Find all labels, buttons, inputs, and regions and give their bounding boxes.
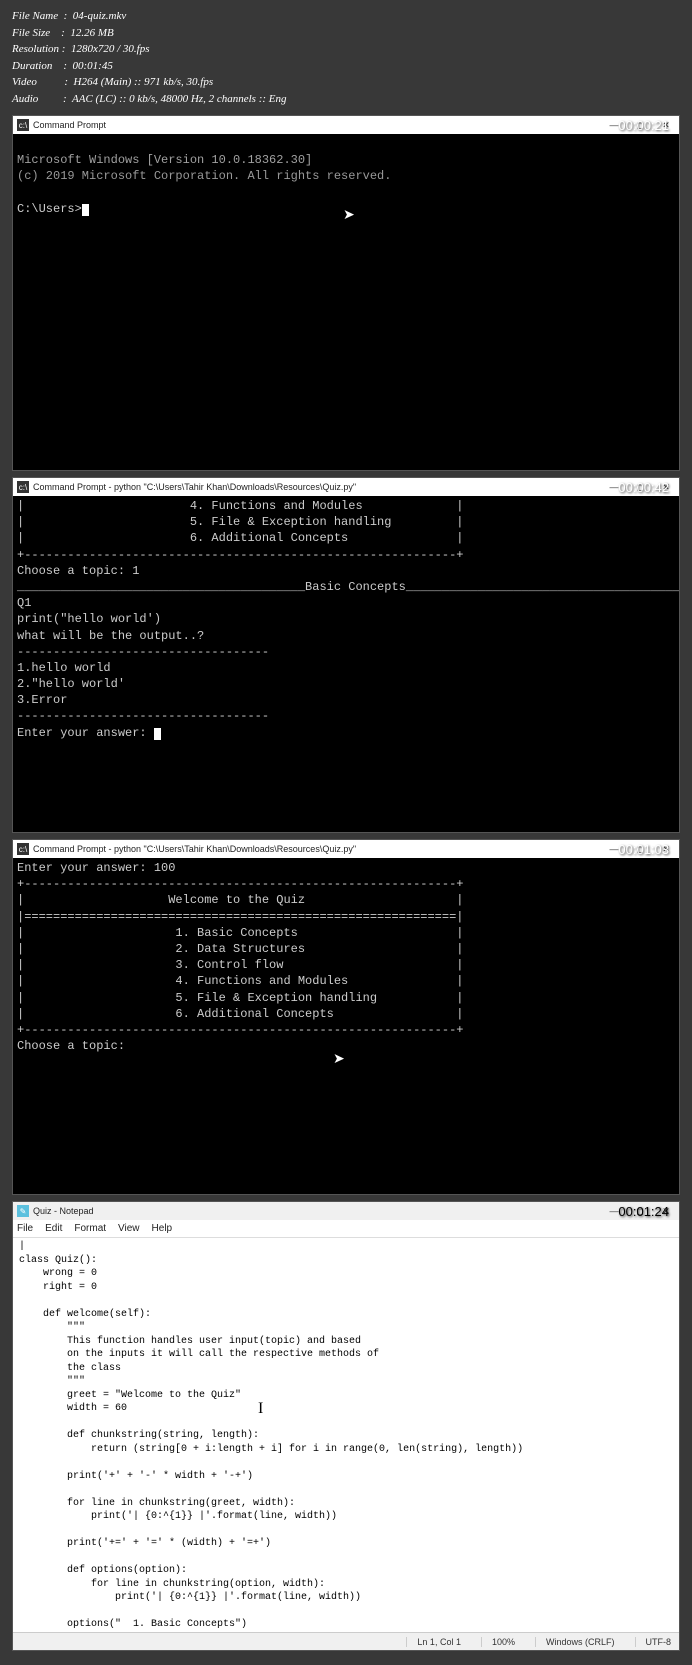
menu-format[interactable]: Format xyxy=(74,1223,106,1234)
timestamp-overlay: 00:01:24 xyxy=(618,1204,669,1219)
menu-edit[interactable]: Edit xyxy=(45,1223,62,1234)
status-zoom: 100% xyxy=(481,1637,515,1647)
window-title: Quiz - Notepad xyxy=(33,1206,601,1216)
cursor-icon xyxy=(154,728,161,740)
window-title: Command Prompt - python "C:\Users\Tahir … xyxy=(33,482,601,492)
timestamp-overlay: 00:00:21 xyxy=(618,118,669,133)
cmd-icon: c:\ xyxy=(17,843,29,855)
titlebar[interactable]: c:\ Command Prompt - python "C:\Users\Ta… xyxy=(13,840,679,858)
status-position: Ln 1, Col 1 xyxy=(406,1637,461,1647)
text-caret-icon: I xyxy=(258,1400,263,1418)
cursor-icon xyxy=(82,204,89,216)
window-title: Command Prompt - python "C:\Users\Tahir … xyxy=(33,844,601,854)
titlebar[interactable]: c:\ Command Prompt — ◻ ✕ xyxy=(13,116,679,134)
terminal-body[interactable]: | 4. Functions and Modules | | 5. File &… xyxy=(13,496,679,743)
cmd-window-2: c:\ Command Prompt - python "C:\Users\Ta… xyxy=(12,477,680,833)
window-title: Command Prompt xyxy=(33,120,601,130)
menu-help[interactable]: Help xyxy=(152,1223,173,1234)
notepad-icon: ✎ xyxy=(17,1205,29,1217)
timestamp-overlay: 00:00:42 xyxy=(618,480,669,495)
statusbar: Ln 1, Col 1 100% Windows (CRLF) UTF-8 xyxy=(13,1632,679,1650)
menu-view[interactable]: View xyxy=(118,1223,140,1234)
menubar: File Edit Format View Help xyxy=(13,1220,679,1238)
editor-body[interactable]: | class Quiz(): wrong = 0 right = 0 def … xyxy=(13,1238,679,1632)
cmd-icon: c:\ xyxy=(17,119,29,131)
terminal-body[interactable]: Microsoft Windows [Version 10.0.18362.30… xyxy=(13,134,679,235)
titlebar[interactable]: ✎ Quiz - Notepad — ◻ ✕ xyxy=(13,1202,679,1220)
timestamp-overlay: 00:01:03 xyxy=(618,842,669,857)
status-eol: Windows (CRLF) xyxy=(535,1637,615,1647)
cmd-window-1: c:\ Command Prompt — ◻ ✕ 00:00:21 Micros… xyxy=(12,115,680,471)
menu-file[interactable]: File xyxy=(17,1223,33,1234)
notepad-window: ✎ Quiz - Notepad — ◻ ✕ 00:01:24 File Edi… xyxy=(12,1201,680,1651)
cmd-icon: c:\ xyxy=(17,481,29,493)
terminal-body[interactable]: Enter your answer: 100 +----------------… xyxy=(13,858,679,1056)
video-metadata: File Name : 04-quiz.mkv File Size : 12.2… xyxy=(12,8,680,107)
titlebar[interactable]: c:\ Command Prompt - python "C:\Users\Ta… xyxy=(13,478,679,496)
status-encoding: UTF-8 xyxy=(635,1637,672,1647)
cmd-window-3: c:\ Command Prompt - python "C:\Users\Ta… xyxy=(12,839,680,1195)
